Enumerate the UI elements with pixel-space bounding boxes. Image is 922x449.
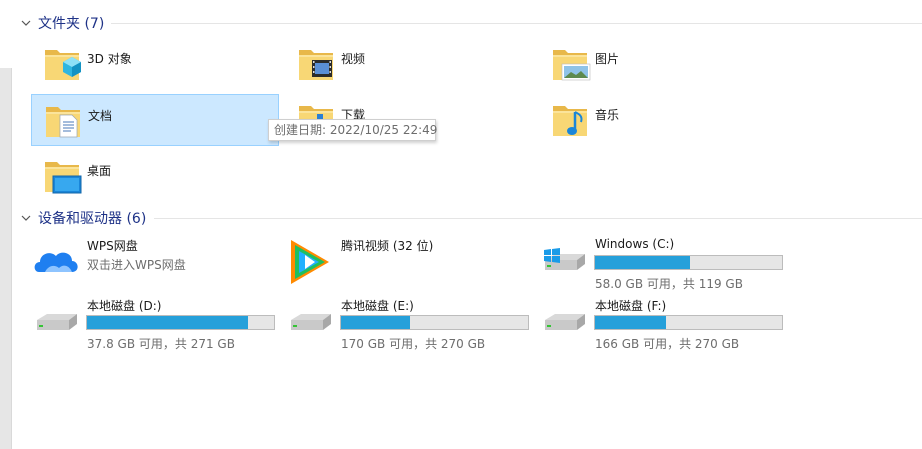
- drive-d[interactable]: 本地磁盘 (D:) 37.8 GB 可用，共 271 GB: [31, 296, 278, 352]
- left-scroll-strip: [0, 0, 12, 449]
- folder-tile-pictures[interactable]: 图片: [539, 38, 786, 88]
- wps-cloud-drive[interactable]: WPS网盘 双击进入WPS网盘: [31, 236, 278, 292]
- usage-bar: [594, 315, 783, 330]
- chevron-down-icon[interactable]: [20, 17, 32, 29]
- free-space-text: 166 GB 可用，共 270 GB: [595, 337, 740, 351]
- folder-3d-objects-icon: [41, 42, 81, 84]
- folders-group-title: 文件夹 (7): [38, 16, 105, 32]
- free-space-text: 37.8 GB 可用，共 271 GB: [87, 337, 235, 351]
- usage-bar: [86, 315, 275, 330]
- hard-drive-icon: [285, 296, 337, 348]
- hard-drive-icon: [539, 296, 591, 348]
- hard-drive-icon: [31, 296, 83, 348]
- drive-f[interactable]: 本地磁盘 (F:) 166 GB 可用，共 270 GB: [539, 296, 786, 352]
- device-name: 腾讯视频 (32 位): [341, 239, 434, 253]
- device-name: 本地磁盘 (E:): [341, 299, 414, 313]
- folders-group-header[interactable]: 文件夹 (7): [20, 13, 922, 33]
- wps-cloud-icon: [34, 252, 78, 272]
- folder-tile-music[interactable]: 音乐: [539, 94, 786, 144]
- device-name: WPS网盘: [87, 239, 138, 253]
- device-name: 本地磁盘 (F:): [595, 299, 667, 313]
- folder-tile-desktop[interactable]: 桌面: [31, 150, 278, 200]
- folder-label: 音乐: [595, 108, 620, 122]
- folder-videos-icon: [295, 42, 337, 84]
- usage-bar-fill: [87, 316, 248, 329]
- folder-label: 文档: [88, 109, 113, 123]
- free-space-text: 58.0 GB 可用，共 119 GB: [595, 277, 743, 291]
- group-divider: [154, 218, 922, 219]
- usage-bar-fill: [341, 316, 411, 329]
- folder-tile-videos[interactable]: 视频: [285, 38, 532, 88]
- chevron-down-icon[interactable]: [20, 212, 32, 224]
- folder-tile-documents[interactable]: 文档: [31, 94, 279, 146]
- created-date-tooltip: 创建日期: 2022/10/25 22:49: [268, 119, 437, 141]
- folder-label: 图片: [595, 52, 620, 66]
- folder-label: 视频: [341, 52, 366, 66]
- usage-bar-fill: [595, 256, 691, 269]
- group-divider: [111, 23, 922, 24]
- folder-tile-3d-objects[interactable]: 3D 对象: [31, 38, 278, 88]
- drive-c[interactable]: Windows (C:) 58.0 GB 可用，共 119 GB: [539, 236, 786, 292]
- free-space-text: 170 GB 可用，共 270 GB: [341, 337, 486, 351]
- usage-bar: [340, 315, 529, 330]
- folder-desktop-icon: [41, 154, 82, 194]
- device-description: 双击进入WPS网盘: [87, 258, 186, 272]
- device-name: 本地磁盘 (D:): [87, 299, 162, 313]
- folder-music-icon: [549, 98, 591, 140]
- devices-group-header[interactable]: 设备和驱动器 (6): [20, 208, 922, 228]
- usage-bar-fill: [595, 316, 667, 329]
- folder-label: 3D 对象: [87, 52, 132, 66]
- folder-label: 桌面: [87, 164, 112, 178]
- windows-drive-icon: [544, 248, 591, 288]
- tencent-video-app[interactable]: 腾讯视频 (32 位): [285, 236, 532, 292]
- device-name: Windows (C:): [595, 237, 675, 251]
- drive-e[interactable]: 本地磁盘 (E:) 170 GB 可用，共 270 GB: [285, 296, 532, 352]
- devices-group-title: 设备和驱动器 (6): [38, 211, 147, 227]
- tencent-video-icon: [291, 240, 329, 284]
- folder-pictures-icon: [549, 42, 591, 81]
- folder-documents-icon: [42, 99, 84, 138]
- usage-bar: [594, 255, 783, 270]
- navigation-pane-edge[interactable]: [0, 68, 12, 449]
